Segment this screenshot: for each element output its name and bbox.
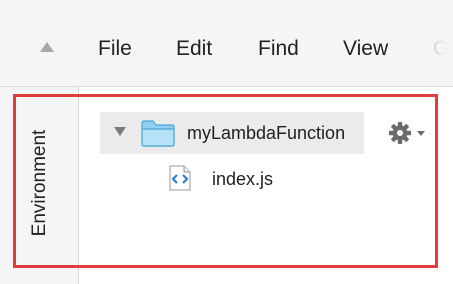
menu-bar: File Edit Find View G [0, 0, 453, 87]
js-file-icon [169, 165, 191, 191]
tree-row-root-folder[interactable]: myLambdaFunction [100, 112, 364, 154]
menu-find[interactable]: Find [258, 36, 299, 62]
collapse-menu-button[interactable] [38, 40, 56, 54]
menu-file[interactable]: File [98, 36, 132, 62]
menu-view[interactable]: View [343, 36, 388, 62]
tree-row-file[interactable]: index.js [168, 164, 318, 194]
menubar-overflow-fade [427, 0, 453, 86]
ide-window: File Edit Find View G Environment myLamb… [0, 0, 453, 284]
tree-root-label: myLambdaFunction [187, 123, 346, 143]
triangle-up-icon [40, 42, 54, 52]
gear-icon [389, 122, 425, 144]
tree-file-label: index.js [212, 169, 274, 189]
environment-tab[interactable]: Environment [22, 104, 58, 262]
menu-edit[interactable]: Edit [176, 36, 212, 62]
tree-settings-button[interactable] [387, 120, 433, 146]
chevron-down-icon[interactable] [114, 127, 126, 136]
environment-tab-label: Environment [29, 129, 50, 237]
folder-icon [141, 120, 175, 147]
